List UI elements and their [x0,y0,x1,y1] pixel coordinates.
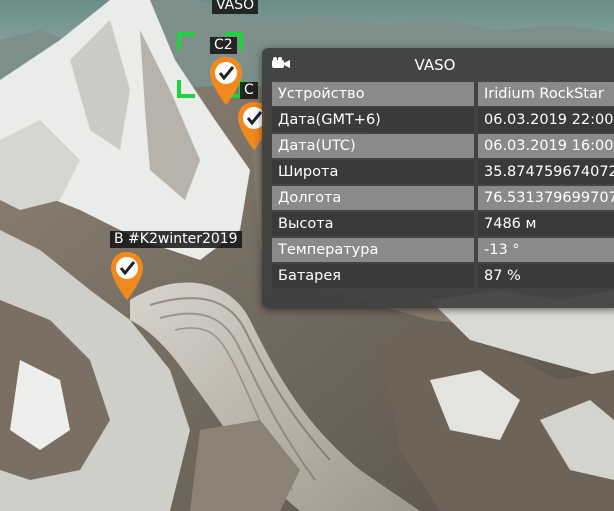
table-row: Высота 7486 м [272,212,614,236]
info-table: Устройство Iridium RockStar Дата(GMT+6) 06.… [272,82,614,290]
row-value: 06.03.2019 22:00 [478,108,614,132]
row-key: Батарея [272,264,474,288]
info-panel-header: VASO [262,48,614,82]
row-value: 06.03.2019 16:00 [478,134,614,158]
row-key: Дата(UTC) [272,134,474,158]
table-row: Температура -13 ° [272,238,614,262]
row-key: Устройство [272,82,474,106]
row-key: Высота [272,212,474,236]
row-value: 7486 м [478,212,614,236]
row-key: Дата(GMT+6) [272,108,474,132]
row-value: Iridium RockStar [478,82,614,106]
row-key: Температура [272,238,474,262]
info-panel-title: VASO [414,56,456,74]
marker-label-base: B #K2winter2019 [110,231,242,248]
marker-label-c2: C2 [210,37,237,54]
row-key: Широта [272,160,474,184]
row-value: -13 ° [478,238,614,262]
location-pin-icon[interactable] [109,250,145,302]
map-top-label: VASO [212,0,259,14]
table-row: Дата(GMT+6) 06.03.2019 22:00 [272,108,614,132]
row-value: 87 % [478,264,614,288]
info-panel: VASO Устройство Iridium RockStar Дата(GMT+… [262,48,614,308]
table-row: Дата(UTC) 06.03.2019 16:00 [272,134,614,158]
table-row: Батарея 87 % [272,264,614,288]
row-key: Долгота [272,186,474,210]
table-row: Широта 35.874759674072 [272,160,614,184]
table-row: Долгота 76.531379699707 [272,186,614,210]
table-row: Устройство Iridium RockStar [272,82,614,106]
marker-label-c: C [240,82,258,99]
row-value: 35.874759674072 [478,160,614,184]
row-value: 76.531379699707 [478,186,614,210]
